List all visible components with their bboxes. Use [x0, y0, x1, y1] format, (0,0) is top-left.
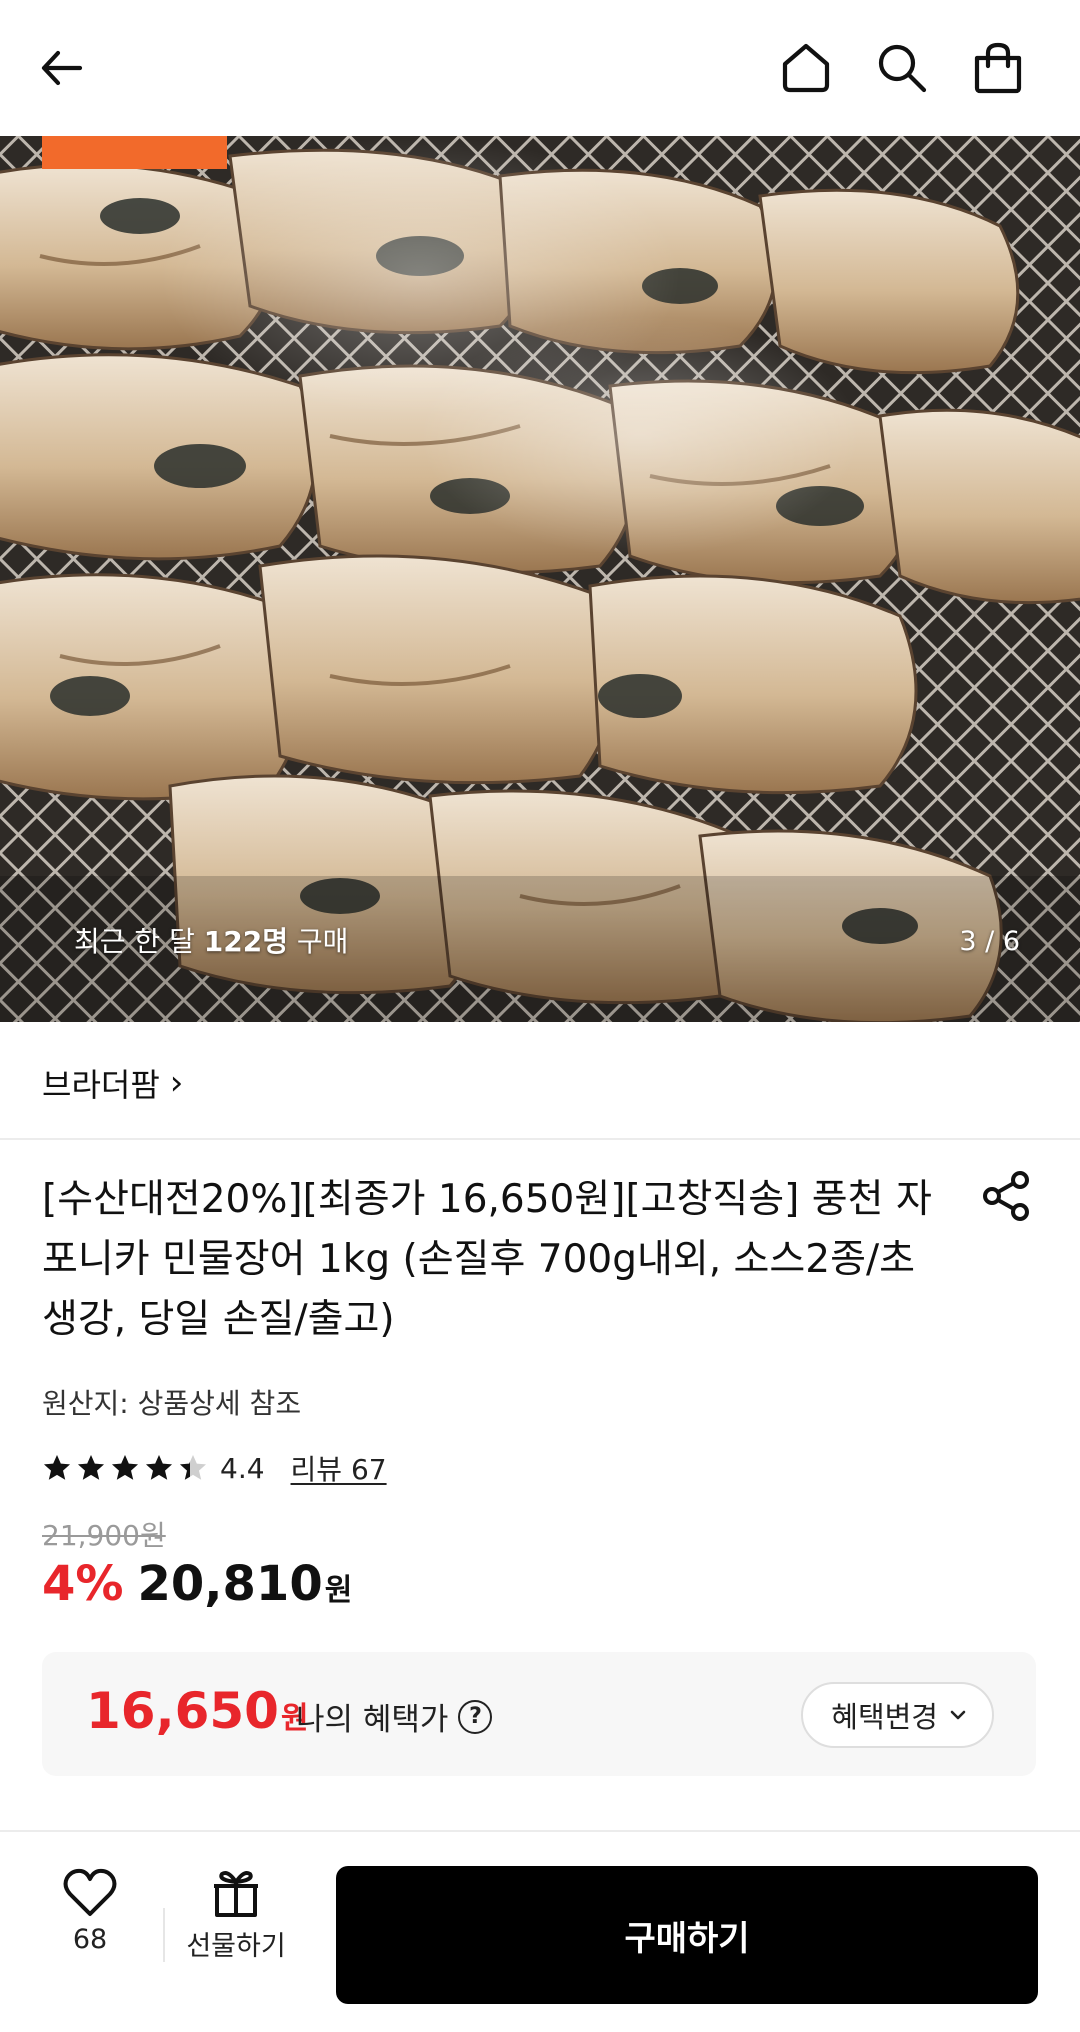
benefit-label-text: 나의 혜택가 — [296, 1702, 449, 1738]
star-icon — [146, 1455, 172, 1480]
recent-purchase-count: 최근 한 달 122명 구매 — [74, 920, 348, 960]
origin-info: 원산지: 상품상세 참조 — [42, 1387, 302, 1420]
gift-button[interactable]: 선물하기 — [180, 1868, 292, 1963]
star-icon — [44, 1455, 70, 1480]
vertical-divider — [163, 1908, 165, 1962]
search-icon[interactable] — [870, 36, 934, 100]
discount-rate: 4% — [42, 1556, 124, 1612]
benefit-price: 16,650 원 — [86, 1682, 309, 1740]
sale-price: 20,810 — [137, 1556, 323, 1612]
original-price: 21,900원 — [42, 1519, 166, 1552]
top-navigation-bar — [0, 0, 1080, 136]
benefit-price-value: 16,650 — [86, 1682, 279, 1740]
star-icon — [78, 1455, 104, 1480]
gift-icon — [214, 1871, 258, 1917]
review-link[interactable]: 리뷰 67 — [291, 1448, 387, 1488]
product-image-carousel[interactable]: 최근 한 달 122명 구매 3 / 6 — [0, 136, 1080, 1022]
change-benefit-label: 혜택변경 — [831, 1700, 938, 1734]
recent-suffix: 구매 — [287, 925, 349, 958]
rating-value: 4.4 — [220, 1451, 265, 1485]
chevron-down-icon — [950, 1710, 966, 1720]
cart-bag-icon[interactable] — [966, 36, 1030, 100]
price-row: 4% 20,810 원 — [42, 1556, 352, 1612]
gift-label: 선물하기 — [186, 1931, 286, 1962]
back-arrow-icon[interactable] — [30, 36, 94, 100]
bottom-action-bar: 68 선물하기 구매하기 — [0, 1830, 1080, 2032]
wishlist-button[interactable]: 68 — [56, 1868, 124, 1955]
price-unit: 원 — [324, 1573, 353, 1608]
wishlist-count: 68 — [72, 1924, 108, 1955]
buy-button[interactable]: 구매하기 — [336, 1866, 1038, 2004]
change-benefit-button[interactable]: 혜택변경 — [801, 1682, 994, 1748]
brand-name: 브라더팜 — [42, 1066, 160, 1104]
heart-icon — [63, 1868, 117, 1916]
rating-row: 4.4 리뷰 67 — [42, 1448, 387, 1488]
home-icon[interactable] — [774, 36, 838, 100]
star-rating — [42, 1453, 208, 1483]
section-divider — [0, 1138, 1080, 1140]
recent-prefix: 최근 한 달 — [74, 925, 204, 958]
star-icon — [180, 1455, 206, 1480]
grilled-eel-photo — [0, 136, 1080, 1022]
recent-count: 122명 — [203, 925, 288, 958]
help-icon[interactable]: ? — [458, 1699, 493, 1734]
product-title: [수산대전20%][최종가 16,650원][고창직송] 풍천 자포니카 민물장… — [42, 1177, 932, 1342]
share-icon[interactable] — [978, 1168, 1034, 1224]
benefit-label: 나의 혜택가 ? — [296, 1694, 493, 1739]
benefit-price-box: 16,650 원 나의 혜택가 ? 혜택변경 — [42, 1652, 1036, 1776]
chevron-right-icon: › — [169, 1063, 184, 1103]
event-tag-ribbon — [42, 136, 227, 169]
image-counter: 3 / 6 — [959, 926, 1020, 957]
brand-link[interactable]: 브라더팜 › — [42, 1060, 183, 1106]
star-icon — [112, 1455, 138, 1480]
